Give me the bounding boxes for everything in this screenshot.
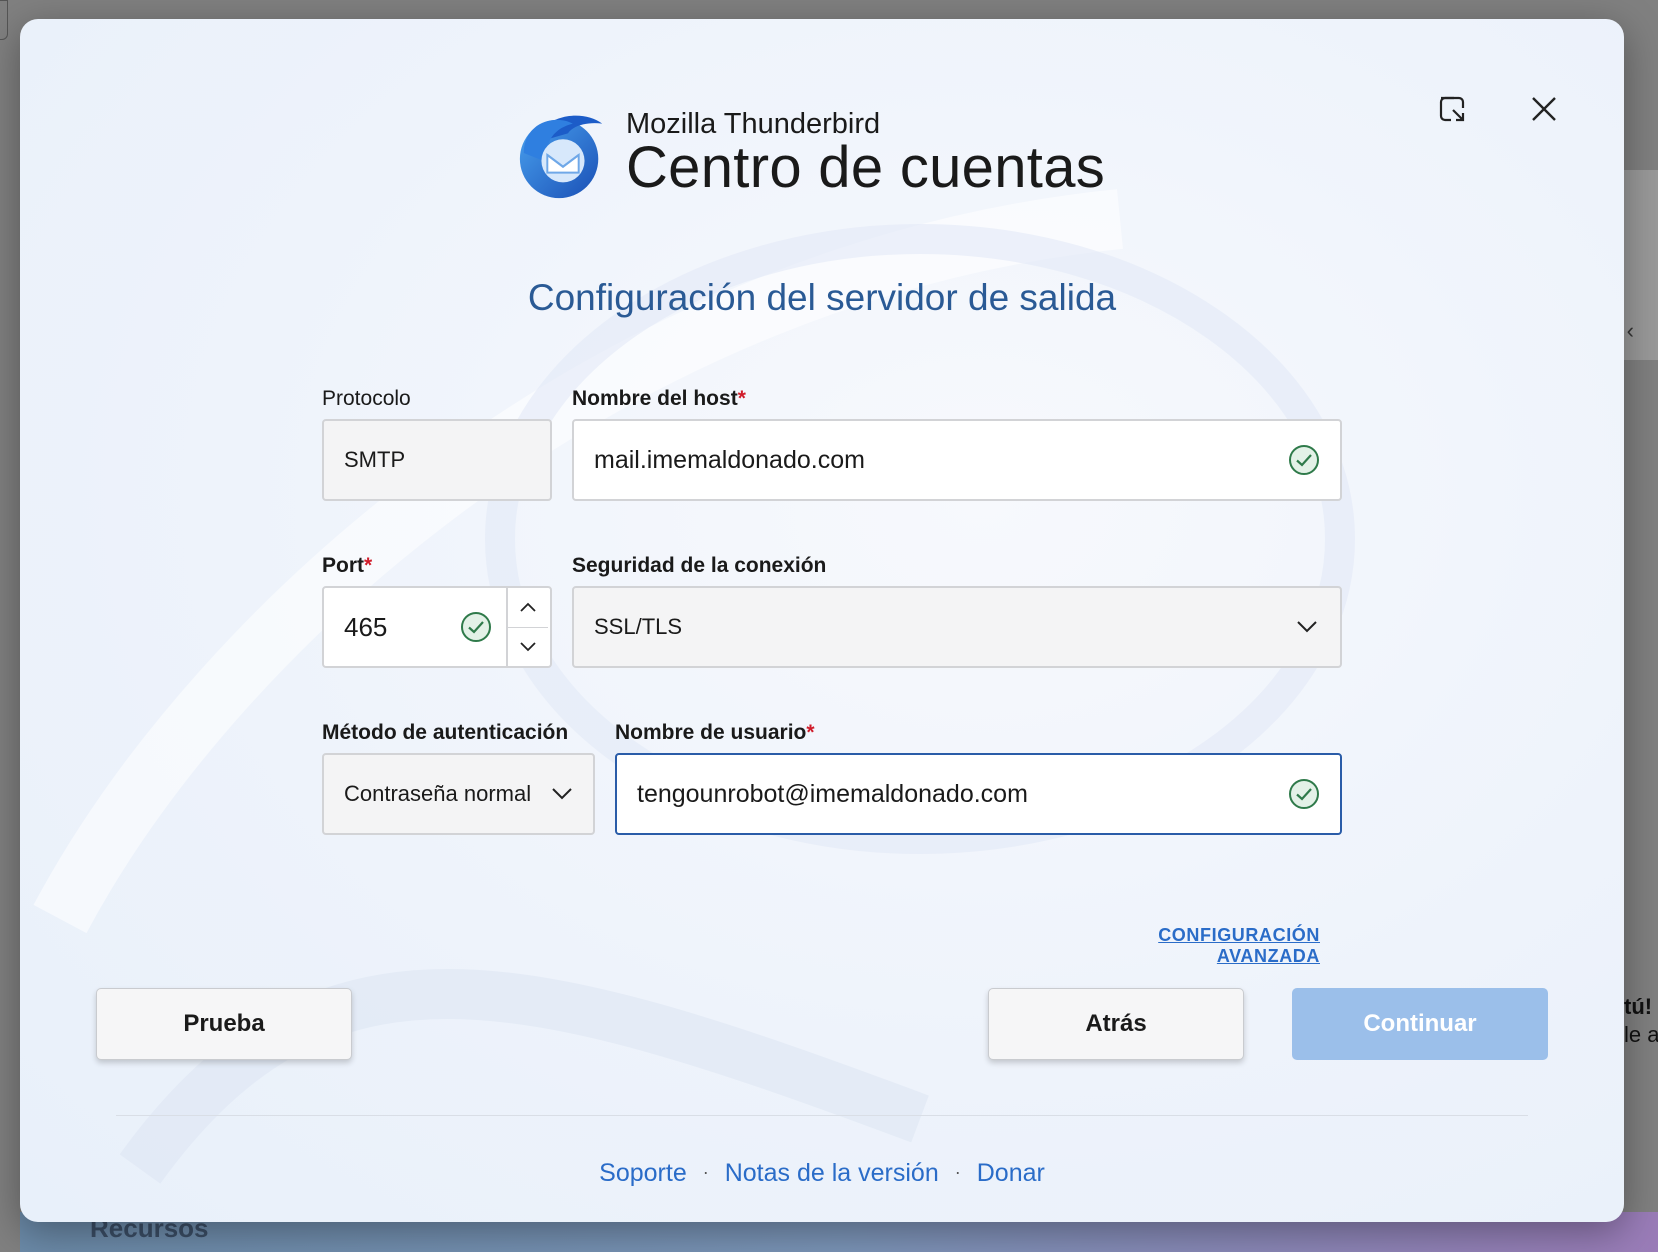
required-mark: *	[364, 554, 373, 577]
security-value: SSL/TLS	[594, 614, 683, 639]
port-decrement-button[interactable]	[508, 626, 548, 667]
hostname-label-text: Nombre del host	[572, 387, 738, 410]
continue-button[interactable]: Continuar	[1292, 988, 1548, 1060]
background-edge	[0, 0, 8, 40]
release-notes-link[interactable]: Notas de la versión	[725, 1159, 939, 1187]
chevron-up-icon	[520, 602, 536, 612]
thunderbird-logo-icon	[519, 115, 603, 199]
protocol-field: SMTP	[322, 419, 552, 501]
restore-window-button[interactable]	[1424, 81, 1480, 137]
donate-link[interactable]: Donar	[977, 1159, 1045, 1187]
footer-links: Soporte · Notas de la versión · Donar	[20, 1159, 1624, 1188]
close-icon	[1532, 97, 1556, 121]
background-text-normal: le a	[1624, 1022, 1658, 1047]
required-mark: *	[806, 721, 815, 744]
back-button[interactable]: Atrás	[988, 988, 1244, 1060]
form-title: Configuración del servidor de salida	[527, 277, 1117, 318]
background-chevron-icon: ‹	[1626, 318, 1634, 343]
username-value: tengounrobot@imemaldonado.com	[637, 779, 1028, 808]
hostname-input[interactable]: mail.imemaldonado.com	[572, 419, 1342, 501]
protocol-label: Protocolo	[322, 387, 411, 410]
port-increment-button[interactable]	[508, 588, 548, 627]
username-label: Nombre de usuario*	[615, 721, 815, 745]
security-label: Seguridad de la conexión	[572, 554, 827, 577]
port-stepper	[506, 588, 548, 666]
background-text: tú! le a	[1624, 993, 1658, 1049]
footer-separator: ·	[702, 1162, 709, 1182]
close-button[interactable]	[1516, 81, 1572, 137]
hostname-value: mail.imemaldonado.com	[594, 445, 865, 474]
background-panel	[1618, 170, 1658, 360]
chevron-down-icon	[552, 788, 572, 800]
chevron-down-icon	[520, 642, 536, 652]
hostname-label: Nombre del host*	[572, 387, 746, 411]
brand-header: Mozilla Thunderbird Centro de cuentas	[514, 104, 1105, 202]
footer-divider	[116, 1115, 1528, 1116]
port-label: Port*	[322, 554, 372, 578]
port-stepper-wrap	[322, 588, 552, 666]
page-title: Centro de cuentas	[626, 135, 1106, 200]
username-input[interactable]: tengounrobot@imemaldonado.com	[615, 753, 1342, 835]
valid-check-icon	[1289, 445, 1319, 475]
security-select[interactable]: SSL/TLS	[572, 586, 1342, 668]
chevron-down-icon	[1297, 621, 1317, 633]
account-hub-dialog: Mozilla Thunderbird Centro de cuentas Co…	[20, 19, 1624, 1222]
test-button[interactable]: Prueba	[96, 988, 352, 1060]
auth-method-label: Método de autenticación	[322, 721, 569, 744]
valid-check-icon	[1289, 779, 1319, 809]
background-text-bold: tú!	[1624, 994, 1653, 1019]
port-label-text: Port	[322, 554, 364, 577]
auth-method-value: Contraseña normal	[344, 781, 532, 806]
username-label-text: Nombre de usuario	[615, 721, 807, 744]
footer-separator: ·	[954, 1162, 961, 1182]
support-link[interactable]: Soporte	[599, 1159, 687, 1187]
advanced-config-link[interactable]: CONFIGURACIÓN AVANZADA	[1056, 925, 1320, 967]
restore-window-icon	[1439, 96, 1465, 122]
auth-method-select[interactable]: Contraseña normal	[322, 753, 595, 835]
protocol-value: SMTP	[344, 447, 406, 472]
required-mark: *	[737, 387, 746, 410]
